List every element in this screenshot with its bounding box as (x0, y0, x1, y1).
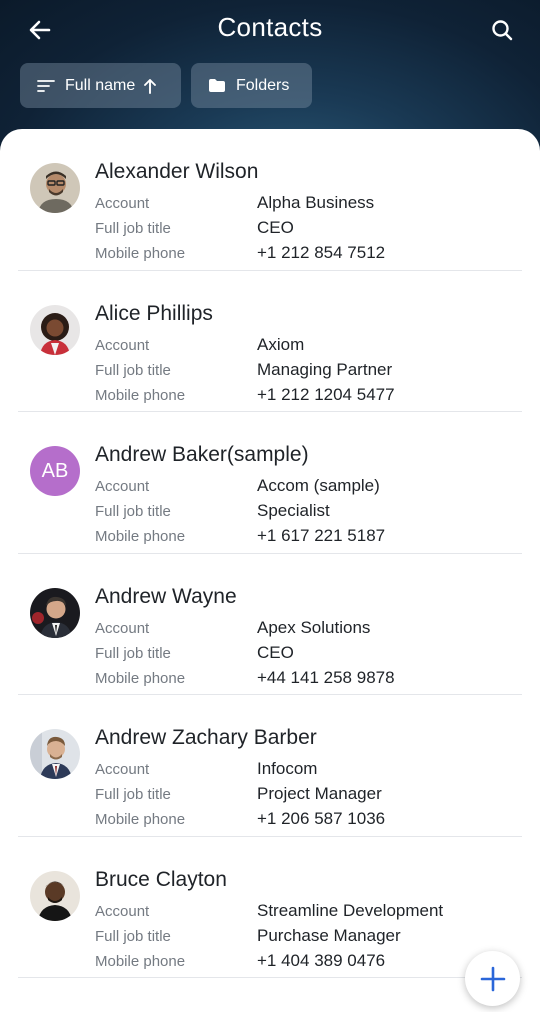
account-label: Account (95, 902, 150, 920)
phone-value: +1 617 221 5187 (257, 526, 386, 545)
avatar (30, 870, 80, 921)
job-title-label: Full job title (95, 220, 171, 237)
contact-card[interactable]: AB Andrew Baker(sample) Account Accom (sa… (18, 412, 522, 554)
person-photo-icon (30, 729, 80, 779)
plus-icon (480, 966, 505, 991)
job-title-label: Full job title (95, 361, 171, 379)
avatar-initials: AB (30, 446, 80, 496)
phone-value: +1 404 389 0476 (257, 950, 386, 970)
contact-name: Andrew Wayne (95, 584, 237, 608)
job-title-value: Project Manager (257, 784, 382, 803)
account-row: Account Infocom (95, 759, 317, 779)
phone-value: +44 141 258 9878 (257, 667, 395, 687)
job-title-value: Managing Partner (257, 359, 393, 379)
account-label: Account (95, 619, 150, 637)
job-title-value: CEO (257, 642, 294, 662)
page-title: Contacts (217, 12, 323, 42)
folders-label: Folders (236, 76, 290, 94)
phone-label: Mobile phone (95, 528, 186, 545)
contact-card[interactable]: Alexander Wilson Account Alpha Business F… (18, 129, 522, 271)
phone-row: Mobile phone +1 404 389 0476 (95, 951, 385, 971)
sort-label: Full name (65, 76, 136, 94)
job-title-label: Full job title (95, 644, 171, 662)
account-value: Apex Solutions (257, 617, 371, 637)
person-photo-icon (30, 163, 80, 213)
phone-row: Mobile phone +1 212 854 7512 (95, 243, 385, 263)
account-value: Infocom (257, 759, 318, 778)
sort-button[interactable]: Full name (20, 63, 181, 108)
job-title-row: Full job title CEO (95, 218, 294, 238)
contact-card[interactable]: Andrew Zachary Barber Account Infocom Ful… (18, 695, 522, 837)
search-button[interactable] (486, 14, 518, 46)
phone-value: +1 206 587 1036 (257, 809, 386, 828)
person-photo-icon (30, 587, 80, 638)
folders-button[interactable]: Folders (191, 63, 312, 108)
job-title-value: CEO (257, 218, 294, 237)
account-value: Alpha Business (257, 193, 375, 212)
contact-name: Alexander Wilson (95, 160, 259, 183)
avatar (30, 304, 80, 355)
top-bar: Contacts (0, 0, 540, 58)
avatar (30, 163, 80, 213)
arrow-up-icon (144, 78, 157, 94)
person-photo-icon (30, 304, 80, 355)
account-label: Account (95, 195, 150, 212)
job-title-label: Full job title (95, 927, 171, 945)
phone-row: Mobile phone +44 141 258 9878 (95, 668, 395, 688)
phone-label: Mobile phone (95, 669, 186, 687)
phone-value: +1 212 854 7512 (257, 243, 386, 262)
phone-label: Mobile phone (95, 245, 186, 262)
job-title-row: Full job title Project Manager (95, 784, 382, 804)
contact-name: Alice Phillips (95, 301, 213, 325)
filter-bar: Full name Folders (20, 63, 312, 108)
phone-row: Mobile phone +1 617 221 5187 (95, 526, 385, 546)
account-row: Account Apex Solutions (95, 618, 370, 638)
job-title-value: Specialist (257, 501, 330, 520)
job-title-row: Full job title Managing Partner (95, 360, 392, 380)
account-value: Accom (sample) (257, 476, 380, 495)
account-value: Axiom (257, 334, 305, 354)
job-title-row: Full job title CEO (95, 643, 294, 663)
account-label: Account (95, 478, 150, 495)
sort-lines-icon (37, 79, 55, 92)
phone-row: Mobile phone +1 212 1204 5477 (95, 385, 395, 405)
phone-label: Mobile phone (95, 952, 186, 970)
job-title-row: Full job title Specialist (95, 501, 330, 521)
account-row: Account Alpha Business (95, 193, 374, 213)
contact-card[interactable]: Alice Phillips Account Axiom Full job tit… (18, 271, 522, 412)
avatar (30, 729, 80, 779)
contact-name: Andrew Zachary Barber (95, 726, 317, 749)
search-icon (492, 20, 513, 41)
account-label: Account (95, 336, 150, 354)
account-label: Account (95, 761, 150, 778)
job-title-row: Full job title Purchase Manager (95, 926, 401, 946)
job-title-label: Full job title (95, 786, 171, 803)
job-title-value: Purchase Manager (257, 925, 401, 945)
add-contact-button[interactable] (465, 951, 520, 1006)
folder-icon (209, 79, 225, 92)
contact-card[interactable]: Andrew Wayne Account Apex Solutions Full … (18, 554, 522, 695)
avatar (30, 587, 80, 638)
account-row: Account Accom (sample) (95, 476, 380, 496)
phone-label: Mobile phone (95, 811, 186, 828)
account-value: Streamline Development (257, 900, 444, 920)
phone-row: Mobile phone +1 206 587 1036 (95, 809, 385, 829)
job-title-label: Full job title (95, 503, 171, 520)
person-photo-icon (30, 870, 80, 921)
contact-list: Alexander Wilson Account Alpha Business F… (0, 129, 540, 1012)
phone-label: Mobile phone (95, 386, 186, 404)
phone-value: +1 212 1204 5477 (257, 384, 395, 404)
contact-name: Andrew Baker(sample) (95, 443, 309, 466)
account-row: Account Streamline Development (95, 901, 443, 921)
contact-card[interactable]: Bruce Clayton Account Streamline Developm… (18, 837, 522, 978)
contact-name: Bruce Clayton (95, 867, 227, 891)
account-row: Account Axiom (95, 335, 304, 355)
